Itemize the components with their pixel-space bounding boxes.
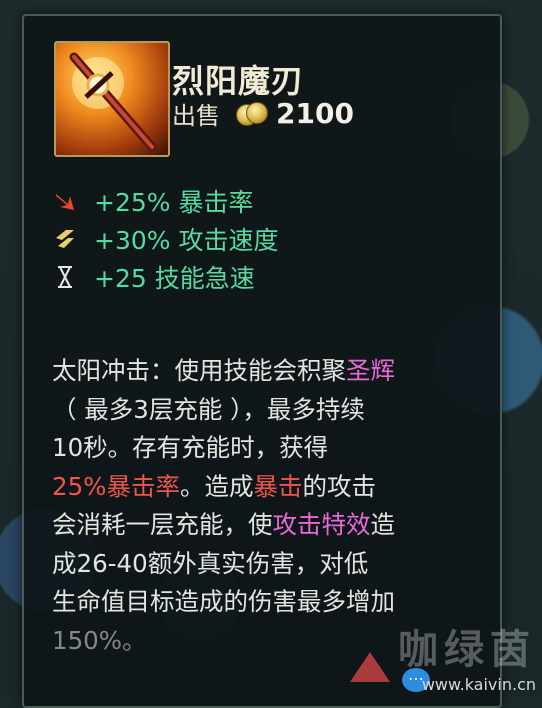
watermark-url: www.kaivin.cn — [421, 675, 536, 694]
keyword-on-hit: 攻击特效 — [272, 510, 371, 539]
sell-price: 2100 — [276, 96, 354, 130]
desc-line6: 成26-40额外真实伤害，对低 — [52, 548, 369, 578]
stat-attack-speed-text: +30% 攻击速度 — [94, 226, 279, 255]
keyword-crit: 暴击 — [253, 471, 303, 501]
watermark-triangle-icon — [348, 650, 392, 688]
desc-line4-b: 。造成 — [179, 471, 254, 501]
sell-row: 出售 2100 — [172, 95, 354, 131]
keyword-crit-rate: 25%暴击率 — [52, 471, 180, 501]
item-description: 太阳冲击：使用技能会积聚圣辉 （ 最多3层充能 ），最多持续 10秒。存有充能时… — [52, 352, 492, 660]
gold-coin-icon — [236, 100, 268, 126]
stat-crit-text: +25% 暴击率 — [94, 188, 254, 217]
stat-ability-haste: +25 技能急速 — [52, 258, 278, 296]
desc-line3: 10秒。存有充能时，获得 — [52, 433, 329, 462]
stat-ability-haste-text: +25 技能急速 — [94, 264, 255, 293]
sell-label: 出售 — [172, 101, 220, 130]
crit-arrow-icon — [52, 188, 78, 214]
watermark: 咖绿茵 www.kaivin.cn — [398, 617, 536, 694]
stat-crit: +25% 暴击率 — [52, 182, 278, 220]
hourglass-icon — [52, 264, 78, 290]
sun-blade-icon — [54, 41, 170, 157]
desc-line1: 太阳冲击：使用技能会积聚 — [52, 356, 346, 385]
desc-line5-b: 造 — [370, 510, 396, 539]
desc-line4-c: 的攻击 — [302, 471, 376, 501]
desc-line2: （ 最多3层充能 ），最多持续 — [52, 394, 365, 424]
attack-speed-icon — [52, 226, 78, 252]
desc-line7: 生命值目标造成的伤害最多增加 — [52, 587, 395, 616]
keyword-radiance: 圣辉 — [346, 356, 395, 385]
watermark-chars: 咖绿茵 — [398, 627, 536, 673]
desc-line5-a: 会消耗一层充能，使 — [52, 510, 273, 539]
stats-list: +25% 暴击率 +30% 攻击速度 +25 技能急速 — [52, 182, 278, 296]
stat-attack-speed: +30% 攻击速度 — [52, 220, 278, 258]
